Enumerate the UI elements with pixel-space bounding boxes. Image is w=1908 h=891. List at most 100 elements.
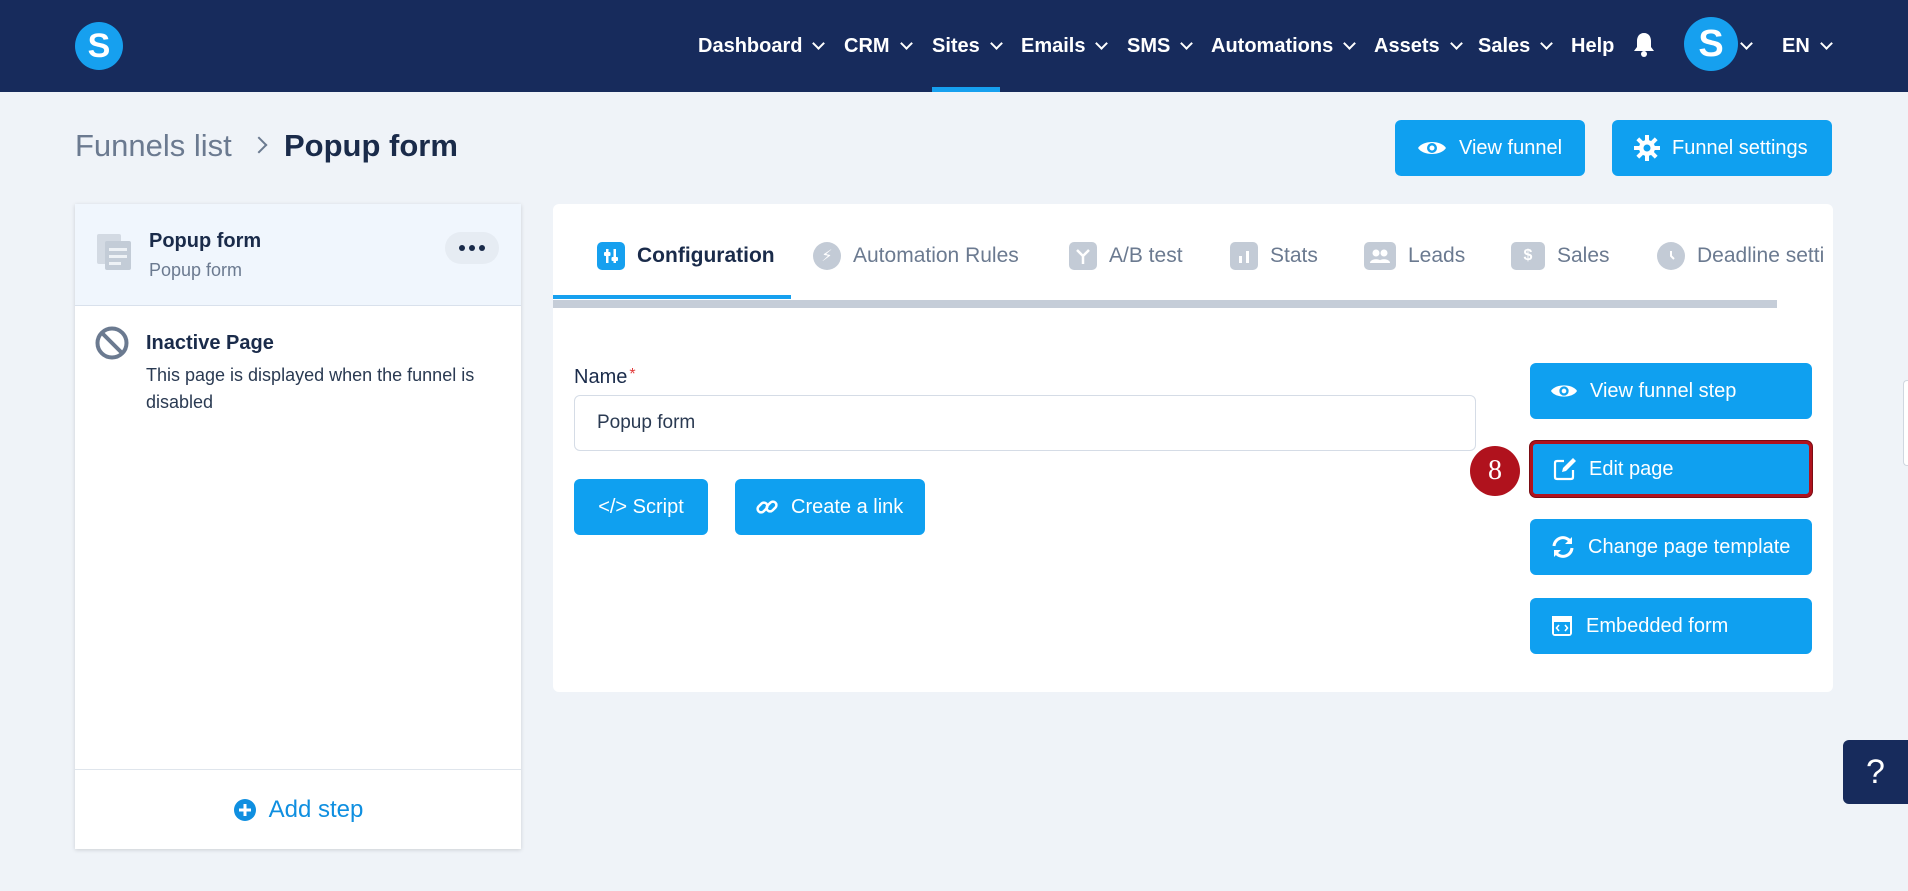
nav-dashboard[interactable]: Dashboard bbox=[698, 0, 826, 92]
nav-help-label: Help bbox=[1571, 34, 1615, 57]
required-mark: * bbox=[629, 366, 636, 383]
eye-icon bbox=[1418, 142, 1446, 154]
tab-automation-rules[interactable]: ⚡ Automation Rules bbox=[813, 240, 1019, 272]
users-icon bbox=[1364, 242, 1396, 270]
chevron-down-icon bbox=[812, 36, 826, 50]
step-config-panel: Configuration ⚡ Automation Rules A/B tes… bbox=[553, 204, 1833, 692]
nav-emails-label: Emails bbox=[1021, 34, 1086, 57]
tab-label: Automation Rules bbox=[853, 244, 1019, 267]
chevron-down-icon bbox=[1740, 36, 1753, 50]
nav-emails[interactable]: Emails bbox=[1021, 0, 1109, 92]
page-title: Popup form bbox=[284, 128, 458, 163]
nav-sales-label: Sales bbox=[1478, 34, 1531, 57]
nav-crm[interactable]: CRM bbox=[844, 0, 913, 92]
nav-sms[interactable]: SMS bbox=[1127, 0, 1194, 92]
edit-page-button[interactable]: Edit page bbox=[1530, 441, 1812, 497]
step-item-inactive-page[interactable]: Inactive Page This page is displayed whe… bbox=[75, 306, 521, 416]
view-funnel-step-label: View funnel step bbox=[1590, 379, 1737, 402]
chevron-down-icon bbox=[1180, 36, 1194, 50]
nav-sales[interactable]: Sales bbox=[1478, 0, 1554, 92]
nav-sites[interactable]: Sites bbox=[932, 0, 1003, 92]
app-logo[interactable]: S bbox=[75, 22, 123, 70]
tabs-scrollbar[interactable] bbox=[553, 300, 1777, 308]
nav-sites-label: Sites bbox=[932, 34, 980, 57]
code-window-icon bbox=[1552, 616, 1572, 636]
nav-automations-label: Automations bbox=[1211, 34, 1334, 57]
step-title: Inactive Page bbox=[146, 332, 274, 354]
script-button[interactable]: </> Script bbox=[574, 479, 708, 535]
sliders-icon bbox=[597, 242, 625, 270]
nav-help[interactable]: Help bbox=[1571, 0, 1614, 92]
avatar[interactable]: S bbox=[1684, 17, 1738, 71]
bell-icon[interactable] bbox=[1633, 31, 1655, 57]
edit-icon bbox=[1553, 458, 1576, 481]
nav-assets-label: Assets bbox=[1374, 34, 1440, 57]
clock-icon bbox=[1657, 242, 1685, 270]
step-subtitle: Popup form bbox=[149, 260, 243, 280]
nav-assets[interactable]: Assets bbox=[1374, 0, 1463, 92]
chevron-down-icon bbox=[1095, 36, 1109, 50]
eye-icon bbox=[1550, 385, 1578, 397]
link-icon bbox=[756, 500, 778, 514]
nav-sms-label: SMS bbox=[1127, 34, 1171, 57]
tab-deadline-settings[interactable]: Deadline setti bbox=[1657, 240, 1824, 272]
breadcrumb-funnels-list[interactable]: Funnels list bbox=[75, 128, 232, 164]
chart-icon bbox=[1230, 242, 1258, 270]
script-label: </> Script bbox=[598, 495, 684, 518]
plus-circle-icon bbox=[233, 798, 256, 821]
step-options-button[interactable] bbox=[445, 232, 499, 264]
page-icon bbox=[97, 234, 131, 270]
step-title: Popup form bbox=[149, 230, 262, 252]
nav-dashboard-label: Dashboard bbox=[698, 34, 803, 57]
name-field-label: Name * bbox=[574, 366, 636, 389]
tab-label: Stats bbox=[1270, 244, 1318, 267]
bolt-icon: ⚡ bbox=[813, 242, 841, 270]
edit-page-label: Edit page bbox=[1589, 457, 1674, 480]
change-page-template-label: Change page template bbox=[1588, 535, 1791, 558]
view-funnel-button[interactable]: View funnel bbox=[1395, 120, 1585, 176]
tab-label: A/B test bbox=[1109, 244, 1183, 267]
embedded-form-label: Embedded form bbox=[1586, 614, 1729, 637]
add-step-label: Add step bbox=[268, 795, 364, 823]
create-link-label: Create a link bbox=[791, 495, 904, 518]
chevron-down-icon bbox=[899, 36, 913, 50]
tab-label: Leads bbox=[1408, 244, 1466, 267]
top-navbar: S Dashboard CRM Sites Emails SMS Automat… bbox=[0, 0, 1908, 92]
embedded-form-button[interactable]: Embedded form bbox=[1530, 598, 1812, 654]
chevron-down-icon bbox=[1540, 36, 1554, 50]
add-step-button[interactable]: Add step bbox=[75, 769, 521, 849]
gear-icon bbox=[1634, 135, 1660, 161]
step-number-badge: 8 bbox=[1470, 446, 1520, 496]
change-page-template-button[interactable]: Change page template bbox=[1530, 519, 1812, 575]
tab-label: Sales bbox=[1557, 244, 1610, 267]
refresh-icon bbox=[1552, 536, 1574, 558]
view-funnel-step-button[interactable]: View funnel step bbox=[1530, 363, 1812, 419]
tab-bar: Configuration ⚡ Automation Rules A/B tes… bbox=[553, 204, 1833, 300]
nav-crm-label: CRM bbox=[844, 34, 890, 57]
chevron-down-icon bbox=[1343, 36, 1357, 50]
chevron-down-icon bbox=[989, 36, 1003, 50]
help-button[interactable]: ? bbox=[1843, 740, 1908, 804]
step-subtitle: This page is displayed when the funnel i… bbox=[146, 365, 475, 412]
tab-leads[interactable]: Leads bbox=[1364, 240, 1465, 272]
create-link-button[interactable]: Create a link bbox=[735, 479, 925, 535]
funnel-settings-label: Funnel settings bbox=[1672, 136, 1808, 159]
tab-stats[interactable]: Stats bbox=[1230, 240, 1318, 272]
split-icon bbox=[1069, 242, 1097, 270]
tab-configuration[interactable]: Configuration bbox=[597, 240, 775, 272]
language-selector[interactable]: EN bbox=[1782, 0, 1833, 92]
active-nav-indicator bbox=[932, 87, 1000, 92]
name-label-text: Name bbox=[574, 366, 628, 388]
side-drawer-handle[interactable] bbox=[1903, 380, 1908, 466]
funnel-steps-panel: Popup form Popup form Inactive Page This… bbox=[75, 204, 521, 849]
dollar-icon: $ bbox=[1511, 242, 1545, 270]
avatar-menu-toggle[interactable] bbox=[1740, 0, 1753, 92]
tab-ab-test[interactable]: A/B test bbox=[1069, 240, 1183, 272]
tab-sales[interactable]: $ Sales bbox=[1511, 240, 1610, 272]
funnel-settings-button[interactable]: Funnel settings bbox=[1612, 120, 1832, 176]
step-item-popup-form[interactable]: Popup form Popup form bbox=[75, 204, 521, 306]
tab-label: Deadline setti bbox=[1697, 244, 1825, 267]
name-input[interactable] bbox=[574, 395, 1476, 451]
nav-automations[interactable]: Automations bbox=[1211, 0, 1357, 92]
chevron-right-icon bbox=[250, 136, 268, 154]
